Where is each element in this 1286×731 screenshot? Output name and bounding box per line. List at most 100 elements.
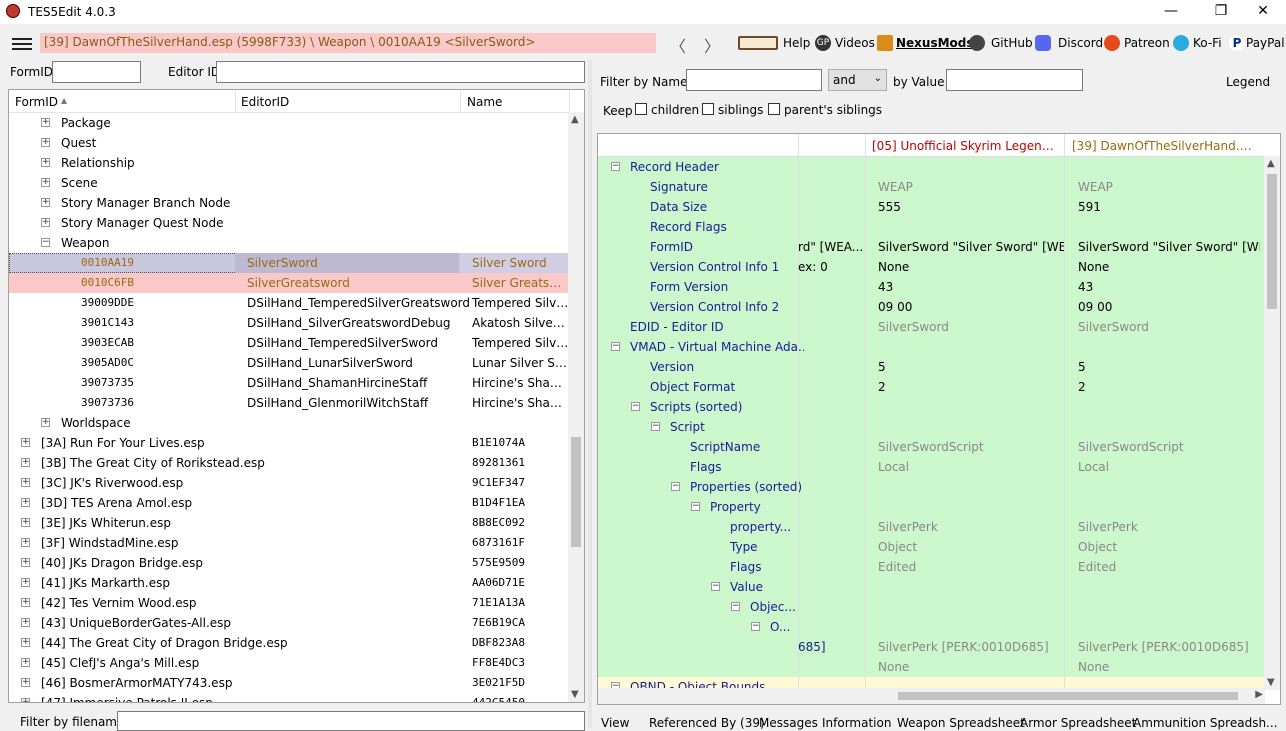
record-row[interactable]: − Script xyxy=(598,417,1265,437)
tree-group-package[interactable]: + Package xyxy=(9,113,569,133)
formid-input[interactable] xyxy=(52,61,141,83)
record-row[interactable]: − Properties (sorted) xyxy=(598,477,1265,497)
plugin-row[interactable]: + [3B] The Great City of Rorikstead.esp 89… xyxy=(9,453,569,473)
record-row[interactable]: 685] SilverPerk [PERK:0010D685] SilverPerk… xyxy=(598,637,1265,657)
back-arrow-icon[interactable]: 〈 xyxy=(670,33,686,57)
record-vertical-scrollbar[interactable]: ▲ ▼ xyxy=(1264,156,1280,690)
forward-arrow-icon[interactable]: 〉 xyxy=(704,33,720,57)
record-row[interactable]: None None xyxy=(598,657,1265,677)
plugin-row[interactable]: + [44] The Great City of Dragon Bridge.es… xyxy=(9,633,569,653)
record-row[interactable]: Data Size 555 591 xyxy=(598,197,1265,217)
keep-children-checkbox[interactable] xyxy=(635,103,647,115)
hamburger-menu-icon[interactable] xyxy=(12,38,32,50)
collapse-icon[interactable]: − xyxy=(751,622,760,631)
record-row[interactable]: Form Version 43 43 xyxy=(598,277,1265,297)
record-row[interactable]: − Objec... xyxy=(598,597,1265,617)
col-header-usleep[interactable]: [05] Unofficial Skyrim Legendary ... xyxy=(872,139,1058,153)
legend-button[interactable]: Legend xyxy=(1226,75,1270,89)
plugin-row[interactable]: + [45] ClefJ's Anga's Mill.esp FF8E4DC3 xyxy=(9,653,569,673)
record-row[interactable]: Version Control Info 1 ex: 0 None None xyxy=(598,257,1265,277)
maximize-button[interactable]: ❐ xyxy=(1198,0,1244,24)
nexusmods-icon[interactable] xyxy=(877,35,893,51)
editorid-input[interactable] xyxy=(216,61,585,83)
collapse-icon[interactable]: − xyxy=(611,342,620,351)
github-icon[interactable] xyxy=(969,35,985,51)
kofi-icon[interactable] xyxy=(1173,35,1189,51)
and-or-select[interactable]: and ⌄ xyxy=(828,69,887,91)
col-name-header[interactable]: Name xyxy=(467,95,502,109)
table-row[interactable]: 39073735 DSilHand_ShamanHircineStaff Hirci… xyxy=(9,373,569,393)
help-link[interactable]: Help xyxy=(783,36,810,50)
tree-group-story-branch[interactable]: + Story Manager Branch Node xyxy=(9,193,569,213)
patreon-icon[interactable] xyxy=(1104,35,1120,51)
close-button[interactable]: ✕ xyxy=(1240,0,1286,24)
plugin-row[interactable]: + [47] Immersive Patrols II.esp 442C5450 xyxy=(9,693,569,702)
record-row[interactable]: Record Flags xyxy=(598,217,1265,237)
record-row[interactable]: EDID - Editor ID SilverSword SilverSword xyxy=(598,317,1265,337)
collapse-icon[interactable]: − xyxy=(711,582,720,591)
videos-icon[interactable]: GP xyxy=(815,35,831,51)
record-row[interactable]: property... SilverPerk SilverPerk xyxy=(598,517,1265,537)
keep-siblings-checkbox[interactable] xyxy=(702,103,714,115)
record-row[interactable]: − Scripts (sorted) xyxy=(598,397,1265,417)
record-row[interactable]: ScriptName SilverSwordScript SilverSwordSc… xyxy=(598,437,1265,457)
table-row[interactable]: 3901C143 DSilHand_SilverGreatswordDebug Ak… xyxy=(9,313,569,333)
patreon-link[interactable]: Patreon xyxy=(1124,36,1170,50)
book-icon[interactable] xyxy=(738,36,778,50)
github-link[interactable]: GitHub xyxy=(991,36,1033,50)
filter-filename-input[interactable] xyxy=(117,711,585,731)
tree-group-story-quest[interactable]: + Story Manager Quest Node xyxy=(9,213,569,233)
tree-group-scene[interactable]: + Scene xyxy=(9,173,569,193)
discord-icon[interactable] xyxy=(1035,35,1051,51)
collapse-icon[interactable]: − xyxy=(651,422,660,431)
discord-link[interactable]: Discord xyxy=(1058,36,1103,50)
tree-group-quest[interactable]: + Quest xyxy=(9,133,569,153)
record-row[interactable]: Type Object Object xyxy=(598,537,1265,557)
plugin-row[interactable]: + [40] JKs Dragon Bridge.esp 575E9509 xyxy=(9,553,569,573)
collapse-icon[interactable]: − xyxy=(731,602,740,611)
record-row[interactable]: − Value xyxy=(598,577,1265,597)
keep-parent-siblings-checkbox[interactable] xyxy=(768,103,780,115)
record-row[interactable]: FormID rd" [WEA... SilverSword "Silver Swo… xyxy=(598,237,1265,257)
record-row[interactable]: − Record Header xyxy=(598,157,1265,177)
minimize-button[interactable]: — xyxy=(1148,0,1194,24)
record-row[interactable]: − Property xyxy=(598,497,1265,517)
table-row[interactable]: 39009DDE DSilHand_TemperedSilverGreatswor… xyxy=(9,293,569,313)
tree-group-worldspace[interactable]: + Worldspace xyxy=(9,413,569,433)
kofi-link[interactable]: Ko-Fi xyxy=(1193,36,1222,50)
paypal-link[interactable]: PayPal xyxy=(1246,36,1285,50)
filter-name-input[interactable] xyxy=(686,69,822,91)
col-formid-header[interactable]: FormID xyxy=(15,95,58,109)
record-row[interactable]: Version Control Info 2 09 00 09 00 xyxy=(598,297,1265,317)
tree-vertical-scrollbar[interactable]: ▲ ▼ xyxy=(568,112,584,702)
record-row[interactable]: − O... xyxy=(598,617,1265,637)
record-row[interactable]: Flags Edited Edited xyxy=(598,557,1265,577)
filter-value-input[interactable] xyxy=(946,69,1083,91)
record-tree[interactable]: FormID ▲ EditorID Name + Package + Quest +… xyxy=(8,89,585,703)
plugin-row[interactable]: + [46] BosmerArmorMATY743.esp 3E021F5D xyxy=(9,673,569,693)
plugin-row[interactable]: + [3D] TES Arena Amol.esp B1D4F1EA xyxy=(9,493,569,513)
nexusmods-link[interactable]: NexusMods xyxy=(896,36,974,50)
record-row[interactable]: Signature WEAP WEAP xyxy=(598,177,1265,197)
plugin-row[interactable]: + [3E] JKs Whiterun.esp 8B8EC092 xyxy=(9,513,569,533)
table-row[interactable]: 3903ECAB DSilHand_TemperedSilverSword Temp… xyxy=(9,333,569,353)
collapse-icon[interactable]: − xyxy=(611,162,620,171)
record-horizontal-scrollbar[interactable]: ▶ xyxy=(598,688,1265,704)
collapse-icon[interactable]: − xyxy=(631,402,640,411)
col-header-dawn[interactable]: [39] DawnOfTheSilverHand.esp xyxy=(1072,139,1258,153)
plugin-row[interactable]: + [41] JKs Markarth.esp AA06D71E xyxy=(9,573,569,593)
plugin-row[interactable]: + [3C] JK's Riverwood.esp 9C1EF347 xyxy=(9,473,569,493)
tree-group-weapon[interactable]: − Weapon xyxy=(9,233,569,253)
col-editorid-header[interactable]: EditorID xyxy=(241,95,289,109)
record-row[interactable]: Object Format 2 2 xyxy=(598,377,1265,397)
record-view-grid[interactable]: [05] Unofficial Skyrim Legendary ... [39… xyxy=(597,133,1281,705)
pane-splitter[interactable] xyxy=(588,60,592,728)
paypal-icon[interactable]: P xyxy=(1229,35,1245,51)
plugin-row[interactable]: + [43] UniqueBorderGates-All.esp 7E6B19CA xyxy=(9,613,569,633)
record-row[interactable]: − VMAD - Virtual Machine Ada... xyxy=(598,337,1265,357)
table-row[interactable]: 0010AA19 SilverSword Silver Sword xyxy=(9,253,569,273)
plugin-row[interactable]: + [3A] Run For Your Lives.esp B1E1074A xyxy=(9,433,569,453)
plugin-row[interactable]: + [42] Tes Vernim Wood.esp 71E1A13A xyxy=(9,593,569,613)
collapse-icon[interactable]: − xyxy=(691,502,700,511)
videos-link[interactable]: Videos xyxy=(835,36,875,50)
